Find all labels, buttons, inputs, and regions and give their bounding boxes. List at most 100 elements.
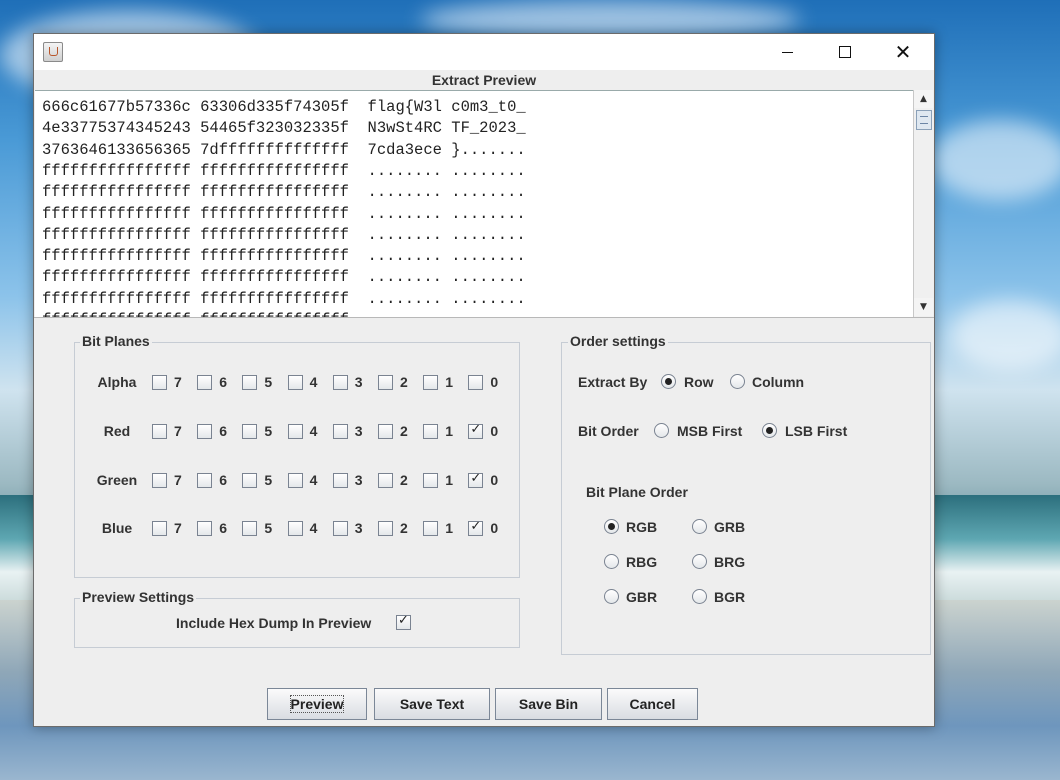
close-button[interactable]: ✕ [874,34,932,70]
bit-number-label: 0 [490,374,499,390]
checkbox-green-bit-1[interactable] [423,473,439,488]
scroll-thumb[interactable] [916,110,932,130]
scroll-down-arrow-icon[interactable]: ▼ [914,298,933,316]
bit-number-label: 7 [174,520,182,536]
checkbox-green-bit-0[interactable] [468,471,484,488]
plane-order-radio-rgb[interactable] [604,519,619,534]
bit-number-label: 6 [219,374,227,390]
plane-order-radio-rbg[interactable] [604,554,619,569]
bit-plane-row-label-blue: Blue [101,520,133,536]
plane-order-label-bgr[interactable]: BGR [714,589,745,605]
plane-order-label-rbg[interactable]: RBG [626,554,657,570]
bit-number-label: 5 [264,374,273,390]
preview-settings-title: Preview Settings [80,589,197,605]
extract-column-label[interactable]: Column [752,374,804,390]
lsb-first-radio[interactable] [762,423,777,438]
plane-order-radio-bgr[interactable] [692,589,707,604]
checkbox-blue-bit-7[interactable] [152,521,167,536]
preview-line: ffffffffffffffff ffffffffffffffff ......… [42,183,526,202]
preview-line: ffffffffffffffff ffffffffffffffff ......… [42,247,526,266]
checkbox-blue-bit-0[interactable] [468,519,484,536]
checkbox-red-bit-0[interactable] [468,422,484,439]
checkbox-alpha-bit-7[interactable] [152,375,167,390]
checkbox-blue-bit-5[interactable] [242,521,258,536]
checkbox-blue-bit-3[interactable] [332,521,348,536]
preview-line: ffffffffffffffff ffffffffffffffff ......… [42,225,526,244]
bit-number-label: 3 [354,423,363,439]
preview-line: 3763646133656365 7dffffffffffffff 7cda3e… [42,140,526,159]
bit-number-label: 2 [400,374,408,390]
order-settings-title: Order settings [568,333,668,349]
msb-first-label[interactable]: MSB First [677,423,742,439]
checkbox-blue-bit-2[interactable] [378,521,393,536]
checkbox-red-bit-5[interactable] [242,424,258,439]
preview-scrollbar[interactable]: ▲ ▼ [913,90,933,317]
bit-plane-row-label-red: Red [103,423,131,439]
maximize-button[interactable] [816,34,874,70]
cancel-button[interactable]: Cancel [607,688,698,720]
checkbox-red-bit-3[interactable] [332,424,348,439]
plane-order-radio-grb[interactable] [692,519,707,534]
checkbox-alpha-bit-4[interactable] [287,375,303,390]
bit-number-label: 4 [309,374,318,390]
checkbox-alpha-bit-0[interactable] [468,375,484,390]
bit-number-label: 7 [174,423,182,439]
checkbox-alpha-bit-1[interactable] [423,375,439,390]
checkbox-blue-bit-4[interactable] [287,521,303,536]
plane-order-label-grb[interactable]: GRB [714,519,745,535]
save-bin-button[interactable]: Save Bin [495,688,602,720]
checkbox-green-bit-2[interactable] [378,473,393,488]
plane-order-label-gbr[interactable]: GBR [626,589,657,605]
bit-number-label: 5 [264,472,273,488]
checkbox-alpha-bit-3[interactable] [332,375,348,390]
bit-number-label: 1 [445,374,453,390]
checkbox-red-bit-1[interactable] [423,424,439,439]
plane-order-radio-gbr[interactable] [604,589,619,604]
save-text-button[interactable]: Save Text [374,688,490,720]
checkbox-green-bit-5[interactable] [242,473,258,488]
bit-number-label: 3 [354,472,363,488]
lsb-first-label[interactable]: LSB First [785,423,847,439]
extract-by-label: Extract By [578,374,648,390]
bit-number-label: 5 [264,520,273,536]
minimize-button[interactable] [758,34,816,70]
bit-number-label: 0 [490,423,499,439]
bit-order-label: Bit Order [578,423,639,439]
maximize-icon [839,46,851,58]
include-hex-checkbox[interactable] [396,613,411,630]
msb-first-radio[interactable] [654,423,669,438]
bit-number-label: 3 [354,520,363,536]
extract-row-label[interactable]: Row [684,374,714,390]
checkbox-red-bit-4[interactable] [287,424,303,439]
title-bar: ✕ [34,34,934,70]
extract-column-radio[interactable] [730,374,745,389]
checkbox-green-bit-6[interactable] [197,473,213,488]
extract-row-radio[interactable] [661,374,676,389]
bit-number-label: 4 [309,472,318,488]
plane-order-radio-brg[interactable] [692,554,707,569]
checkbox-green-bit-7[interactable] [152,473,167,488]
bit-number-label: 7 [174,374,182,390]
bit-number-label: 1 [445,472,453,488]
checkbox-blue-bit-1[interactable] [423,521,439,536]
checkbox-green-bit-4[interactable] [287,473,303,488]
checkbox-red-bit-2[interactable] [378,424,393,439]
bit-number-label: 1 [445,423,453,439]
scroll-up-arrow-icon[interactable]: ▲ [914,90,933,108]
checkbox-alpha-bit-6[interactable] [197,375,213,390]
close-icon: ✕ [894,40,912,64]
bit-plane-row-label-green: Green [96,472,138,488]
preview-button[interactable]: Preview [267,688,367,720]
bit-number-label: 4 [309,423,318,439]
bit-number-label: 7 [174,472,182,488]
checkbox-alpha-bit-2[interactable] [378,375,393,390]
plane-order-label-rgb[interactable]: RGB [626,519,657,535]
checkbox-alpha-bit-5[interactable] [242,375,258,390]
checkbox-green-bit-3[interactable] [332,473,348,488]
checkbox-red-bit-6[interactable] [197,424,213,439]
checkbox-red-bit-7[interactable] [152,424,167,439]
checkbox-blue-bit-6[interactable] [197,521,213,536]
bit-plane-order-label: Bit Plane Order [586,484,688,500]
plane-order-label-brg[interactable]: BRG [714,554,745,570]
preview-text-area[interactable]: 666c61677b57336c 63306d335f74305f flag{W… [35,90,913,317]
